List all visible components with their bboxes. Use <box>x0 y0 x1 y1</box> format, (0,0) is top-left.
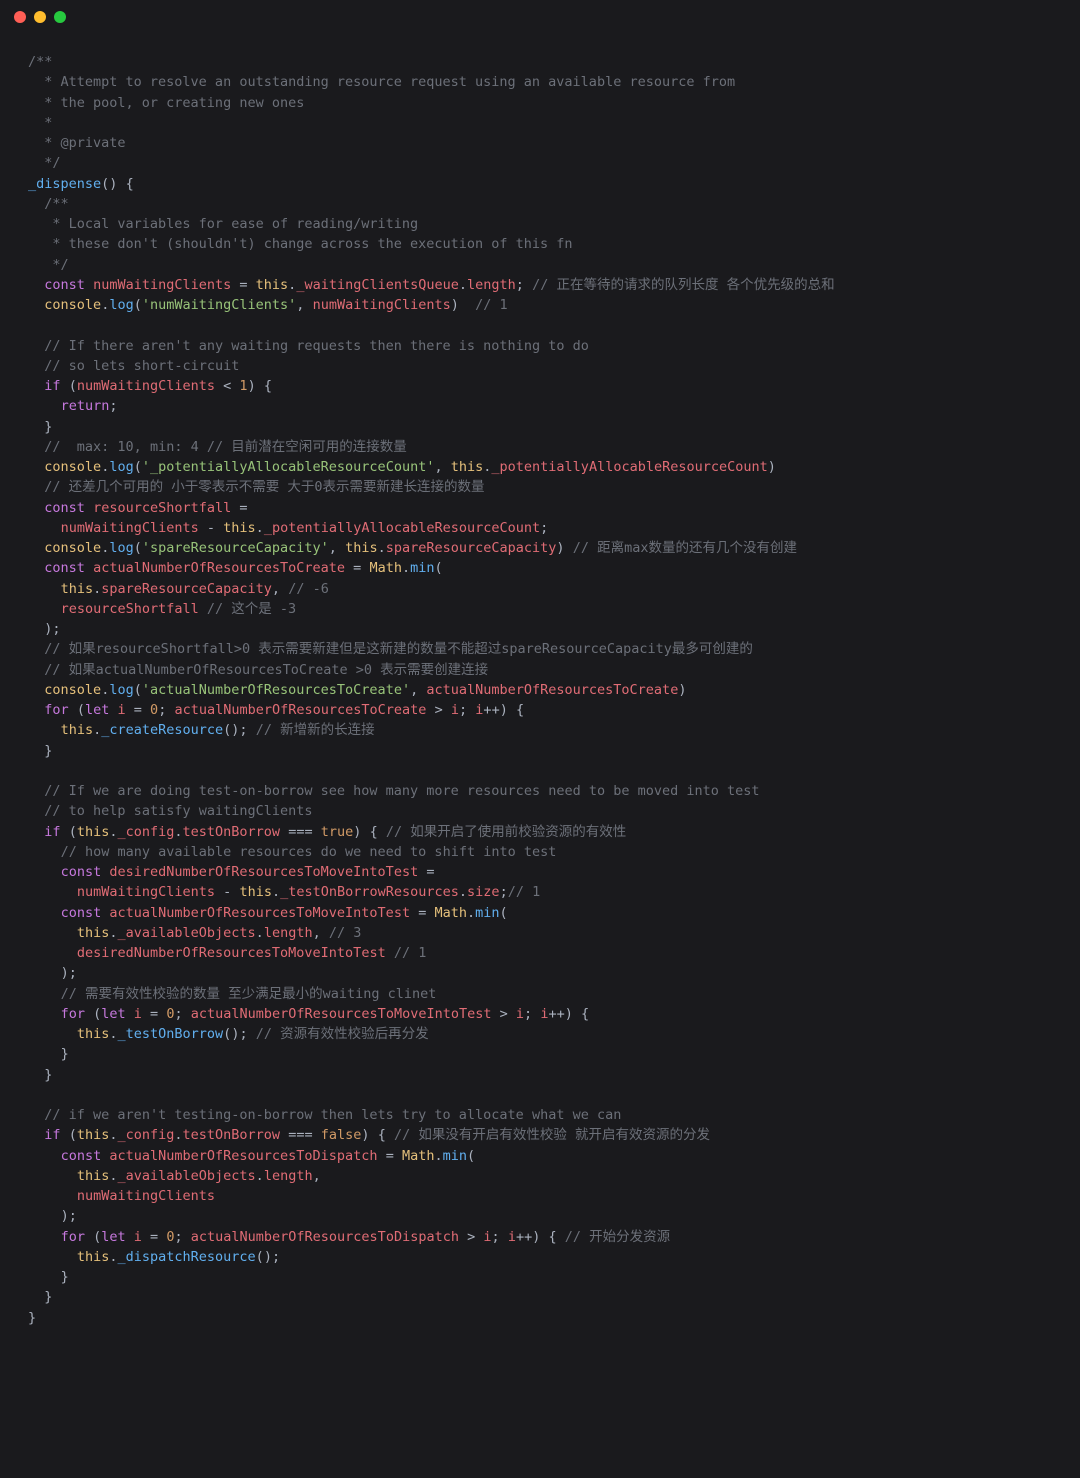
code-line: * these don't (shouldn't) change across … <box>28 234 1052 254</box>
code-line: // 如果resourceShortfall>0 表示需要新建但是这新建的数量不… <box>28 639 1052 659</box>
code-line: /** <box>28 194 1052 214</box>
code-line: return; <box>28 396 1052 416</box>
code-line: * <box>28 113 1052 133</box>
code-line: const actualNumberOfResourcesToCreate = … <box>28 558 1052 578</box>
code-line: // 如果actualNumberOfResourcesToCreate >0 … <box>28 660 1052 680</box>
code-line: numWaitingClients - this._potentiallyAll… <box>28 518 1052 538</box>
code-line: * Local variables for ease of reading/wr… <box>28 214 1052 234</box>
minimize-icon[interactable] <box>34 11 46 23</box>
code-line: console.log('actualNumberOfResourcesToCr… <box>28 680 1052 700</box>
code-line: // 还差几个可用的 小于零表示不需要 大于0表示需要新建长连接的数量 <box>28 477 1052 497</box>
code-line: const desiredNumberOfResourcesToMoveInto… <box>28 862 1052 882</box>
code-line: console.log('spareResourceCapacity', thi… <box>28 538 1052 558</box>
code-line: */ <box>28 153 1052 173</box>
code-line: } <box>28 1044 1052 1064</box>
code-line: } <box>28 1065 1052 1085</box>
code-line: resourceShortfall // 这个是 -3 <box>28 599 1052 619</box>
code-line: this._availableObjects.length, // 3 <box>28 923 1052 943</box>
code-line: * the pool, or creating new ones <box>28 93 1052 113</box>
code-line: // max: 10, min: 4 // 目前潜在空闲可用的连接数量 <box>28 437 1052 457</box>
code-line: if (numWaitingClients < 1) { <box>28 376 1052 396</box>
code-line: // to help satisfy waitingClients <box>28 801 1052 821</box>
code-line: ); <box>28 1206 1052 1226</box>
code-line: for (let i = 0; actualNumberOfResourcesT… <box>28 1004 1052 1024</box>
titlebar <box>0 0 1080 34</box>
code-editor[interactable]: /** * Attempt to resolve an outstanding … <box>0 34 1080 1346</box>
maximize-icon[interactable] <box>54 11 66 23</box>
code-line: if (this._config.testOnBorrow === true) … <box>28 822 1052 842</box>
code-line: const actualNumberOfResourcesToDispatch … <box>28 1146 1052 1166</box>
code-line: const numWaitingClients = this._waitingC… <box>28 275 1052 295</box>
code-line: const resourceShortfall = <box>28 498 1052 518</box>
code-line: for (let i = 0; actualNumberOfResourcesT… <box>28 700 1052 720</box>
code-line: // how many available resources do we ne… <box>28 842 1052 862</box>
close-icon[interactable] <box>14 11 26 23</box>
code-line: // If we are doing test-on-borrow see ho… <box>28 781 1052 801</box>
code-line: ); <box>28 619 1052 639</box>
code-line: ); <box>28 963 1052 983</box>
code-line: this._createResource(); // 新增新的长连接 <box>28 720 1052 740</box>
code-line: } <box>28 417 1052 437</box>
code-line: console.log('numWaitingClients', numWait… <box>28 295 1052 315</box>
code-line: * Attempt to resolve an outstanding reso… <box>28 72 1052 92</box>
code-line <box>28 761 1052 781</box>
code-line: numWaitingClients <box>28 1186 1052 1206</box>
code-line: // if we aren't testing-on-borrow then l… <box>28 1105 1052 1125</box>
code-line: // 需要有效性校验的数量 至少满足最小的waiting clinet <box>28 984 1052 1004</box>
code-line: } <box>28 1287 1052 1307</box>
code-line: } <box>28 741 1052 761</box>
code-line: this._availableObjects.length, <box>28 1166 1052 1186</box>
code-line <box>28 1085 1052 1105</box>
code-line: _dispense() { <box>28 174 1052 194</box>
code-line <box>28 315 1052 335</box>
code-line: this.spareResourceCapacity, // -6 <box>28 579 1052 599</box>
code-line: // so lets short-circuit <box>28 356 1052 376</box>
code-line: */ <box>28 255 1052 275</box>
code-line: /** <box>28 52 1052 72</box>
code-line: } <box>28 1267 1052 1287</box>
code-line: numWaitingClients - this._testOnBorrowRe… <box>28 882 1052 902</box>
code-line: } <box>28 1308 1052 1328</box>
code-line: for (let i = 0; actualNumberOfResourcesT… <box>28 1227 1052 1247</box>
code-line: this._testOnBorrow(); // 资源有效性校验后再分发 <box>28 1024 1052 1044</box>
code-line: if (this._config.testOnBorrow === false)… <box>28 1125 1052 1145</box>
code-line: console.log('_potentiallyAllocableResour… <box>28 457 1052 477</box>
code-line: const actualNumberOfResourcesToMoveIntoT… <box>28 903 1052 923</box>
code-line: // If there aren't any waiting requests … <box>28 336 1052 356</box>
code-line: * @private <box>28 133 1052 153</box>
code-line: desiredNumberOfResourcesToMoveIntoTest /… <box>28 943 1052 963</box>
code-line: this._dispatchResource(); <box>28 1247 1052 1267</box>
